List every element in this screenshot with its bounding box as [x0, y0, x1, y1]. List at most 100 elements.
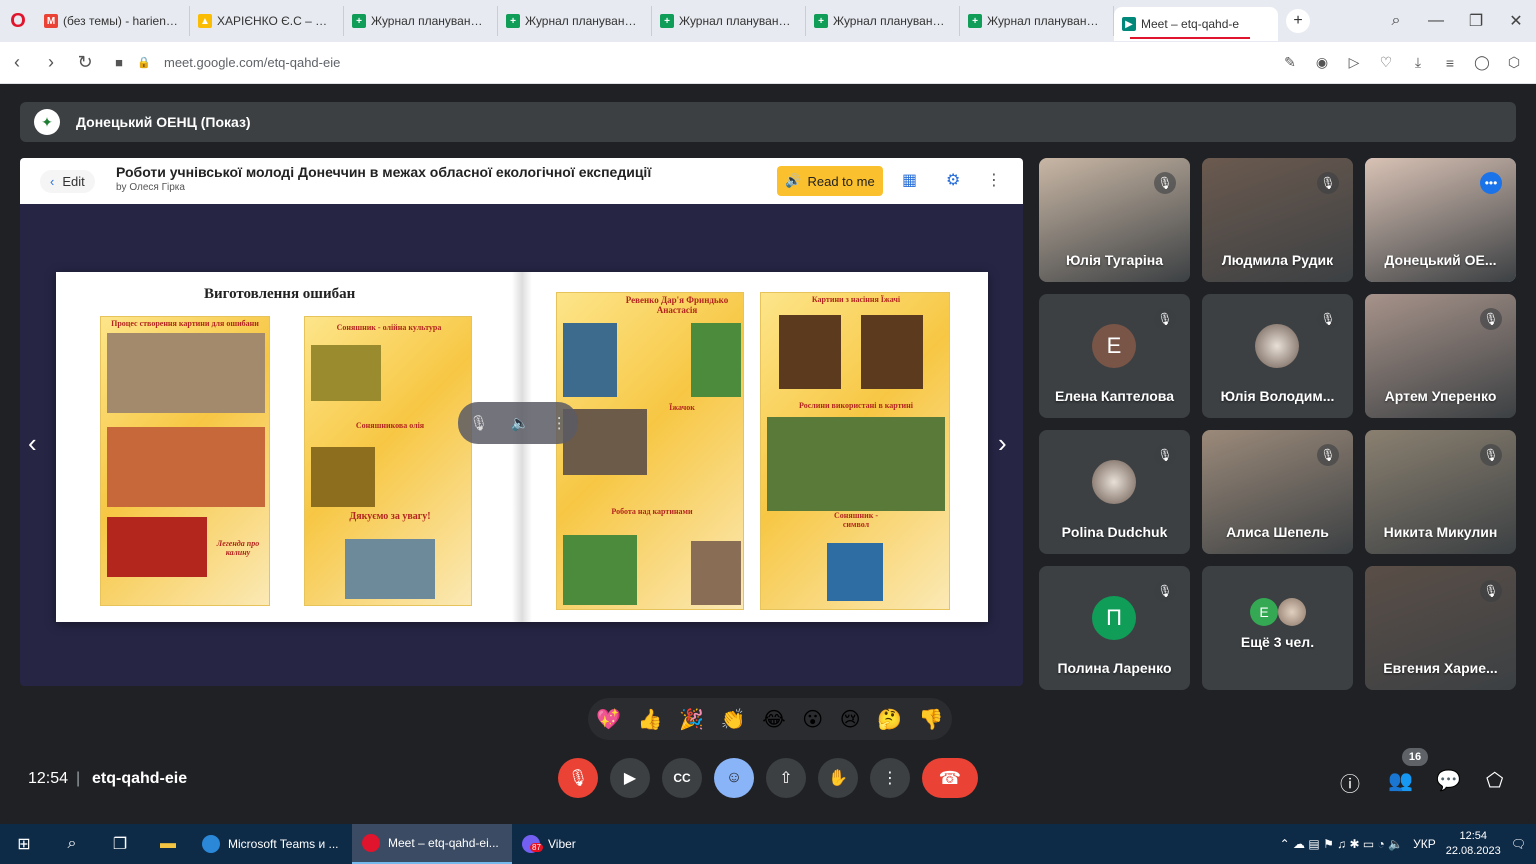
- reaction-emoji[interactable]: 😢: [840, 707, 861, 732]
- participant-tile[interactable]: 🎙 Юлія Тугаріна: [1039, 158, 1190, 282]
- leave-call-button[interactable]: ☎: [922, 758, 978, 798]
- tab-active[interactable]: ▶ Meet – etq-qahd-e: [1114, 7, 1278, 41]
- prev-page-arrow[interactable]: ‹: [28, 428, 37, 459]
- camera-toggle-button[interactable]: ▶: [610, 758, 650, 798]
- forward-button[interactable]: ›: [34, 52, 68, 73]
- easy-setup-icon[interactable]: ≡: [1440, 55, 1460, 71]
- participant-tile[interactable]: 🎙 Polina Dudchuk: [1039, 430, 1190, 554]
- settings-gear-icon[interactable]: ⚙: [946, 170, 960, 190]
- more-options-button[interactable]: ⋮: [870, 758, 910, 798]
- opera-icon[interactable]: O: [0, 0, 36, 42]
- snapshot-icon[interactable]: ◉: [1312, 54, 1332, 71]
- browser-tab[interactable]: + Журнал планування та: [498, 6, 652, 36]
- reaction-emoji[interactable]: 👏: [721, 707, 746, 732]
- grid-view-icon[interactable]: ▦: [902, 170, 917, 190]
- emoji-icon: ☺: [725, 769, 743, 786]
- participant-tile[interactable]: Е 🎙 Елена Каптелова: [1039, 294, 1190, 418]
- panel-caption: Соняшник - олійна культура: [336, 323, 442, 332]
- presenter-logo: ✦: [34, 109, 60, 135]
- tab-label: Журнал планування та: [833, 14, 951, 28]
- reaction-emoji[interactable]: 😮: [802, 707, 823, 732]
- sheets-icon: +: [660, 14, 674, 28]
- reactions-button[interactable]: ☺: [714, 758, 754, 798]
- present-button[interactable]: ⇧: [766, 758, 806, 798]
- reaction-emoji[interactable]: 😂: [762, 707, 785, 732]
- taskbar-app[interactable]: Microsoft Teams и ...: [192, 824, 352, 864]
- info-icon[interactable]: ⓘ: [1340, 768, 1360, 797]
- participant-tile[interactable]: 🎙 Людмила Рудик: [1202, 158, 1353, 282]
- browser-tab[interactable]: + Журнал планування та: [960, 6, 1114, 36]
- viber-icon: 87: [522, 835, 543, 853]
- keyboard-language[interactable]: УКР: [1413, 837, 1436, 851]
- mic-off-icon: 🎙: [1154, 308, 1176, 330]
- reaction-emoji[interactable]: 🤔: [877, 707, 902, 732]
- chat-icon[interactable]: 💬: [1436, 768, 1461, 793]
- extensions-icon[interactable]: ⬡: [1504, 54, 1524, 71]
- notification-icon[interactable]: 🗨: [1511, 837, 1526, 851]
- browser-tab[interactable]: + Журнал планування та: [806, 6, 960, 36]
- participant-tile[interactable]: 🎙 Артем Уперенко: [1365, 294, 1516, 418]
- play-icon[interactable]: ▷: [1344, 54, 1364, 71]
- reactions-bar: 💖 👍 🎉 👏 😂 😮 😢 🤔 👎: [588, 698, 952, 740]
- edit-icon[interactable]: ✎: [1280, 54, 1300, 71]
- reaction-emoji[interactable]: 👎: [919, 707, 944, 732]
- participant-tile[interactable]: 🎙 Алиса Шепель: [1202, 430, 1353, 554]
- browser-tab[interactable]: M (без темы) - harienko2: [36, 6, 190, 36]
- browser-tab[interactable]: + Журнал планування та: [344, 6, 498, 36]
- more-options-icon[interactable]: •••: [1480, 172, 1502, 194]
- people-icon[interactable]: 👥: [1388, 768, 1413, 793]
- book-page-left: Виготовлення ошибан Процес створення кар…: [56, 272, 522, 622]
- search-icon[interactable]: ⌕: [48, 824, 96, 864]
- lock-icon[interactable]: 🔒: [136, 56, 152, 69]
- read-to-me-button[interactable]: 🔊 Read to me: [777, 166, 883, 196]
- close-window-button[interactable]: ✕: [1496, 11, 1536, 31]
- more-vert-icon[interactable]: ⋮: [552, 414, 567, 432]
- browser-tab[interactable]: ▲ ХАРІЄНКО Є.С – Googl: [190, 6, 344, 36]
- minimize-button[interactable]: —: [1416, 12, 1456, 30]
- heart-icon[interactable]: ♡: [1376, 54, 1396, 71]
- url-field[interactable]: meet.google.com/etq-qahd-eie: [164, 55, 340, 70]
- participant-name: Юлія Тугаріна: [1065, 252, 1164, 268]
- mic-off-icon: 🎙: [1317, 308, 1339, 330]
- activities-icon[interactable]: ⬠: [1486, 768, 1503, 793]
- browser-tab[interactable]: + Журнал планування та: [652, 6, 806, 36]
- mic-toggle-button[interactable]: 🎙: [558, 758, 598, 798]
- tray-icons[interactable]: ⌃ ☁ ▤ ⚑ ♫ ✱ ▭ ◔ 🔈: [1280, 837, 1403, 851]
- participant-avatar: [1092, 460, 1136, 504]
- mic-off-icon[interactable]: 🎙: [469, 414, 488, 432]
- participant-tile[interactable]: П 🎙 Полина Ларенко: [1039, 566, 1190, 690]
- profile-icon[interactable]: ◯: [1472, 54, 1492, 71]
- participant-tile[interactable]: 🎙 Евгения Харие...: [1365, 566, 1516, 690]
- taskbar-app[interactable]: 87 Viber: [512, 824, 652, 864]
- reaction-emoji[interactable]: 💖: [596, 707, 621, 732]
- taskbar-app[interactable]: Meet – etq-qahd-ei...: [352, 824, 512, 864]
- address-bar: ‹ › ↻ ■ 🔒 meet.google.com/etq-qahd-eie ✎…: [0, 42, 1536, 84]
- file-explorer-icon[interactable]: ▬: [144, 824, 192, 864]
- more-vert-icon[interactable]: ⋮: [986, 170, 1002, 190]
- edit-button[interactable]: ‹ Edit: [40, 169, 95, 193]
- search-tabs-icon[interactable]: ⌕: [1376, 12, 1416, 30]
- participant-tile[interactable]: Е Ещё 3 чел.: [1202, 566, 1353, 690]
- new-tab-button[interactable]: +: [1286, 9, 1310, 33]
- captions-button[interactable]: CC: [662, 758, 702, 798]
- raise-hand-button[interactable]: ✋: [818, 758, 858, 798]
- participant-name: Полина Ларенко: [1057, 660, 1172, 676]
- presenter-title: Донецький ОЕНЦ (Показ): [76, 114, 251, 130]
- camera-permission-icon[interactable]: ■: [102, 55, 136, 70]
- reload-button[interactable]: ↻: [68, 52, 102, 73]
- participant-tile[interactable]: 🎙 Юлія Володим...: [1202, 294, 1353, 418]
- next-page-arrow[interactable]: ›: [998, 428, 1007, 459]
- flipbook-title: Роботи учнівської молоді Донеччин в межа…: [116, 164, 652, 180]
- download-icon[interactable]: ⤓: [1408, 54, 1428, 71]
- volume-icon[interactable]: 🔈: [511, 414, 530, 432]
- taskbar-app-label: Microsoft Teams и ...: [228, 837, 339, 851]
- participant-tile[interactable]: ••• Донецький ОЕ...: [1365, 158, 1516, 282]
- windows-start-icon[interactable]: ⊞: [0, 824, 48, 864]
- tray-clock[interactable]: 12:54 22.08.2023: [1446, 829, 1501, 859]
- reaction-emoji[interactable]: 🎉: [679, 707, 704, 732]
- back-button[interactable]: ‹: [0, 52, 34, 73]
- reaction-emoji[interactable]: 👍: [638, 707, 663, 732]
- task-view-icon[interactable]: ❐: [96, 824, 144, 864]
- maximize-button[interactable]: ❐: [1456, 11, 1496, 31]
- participant-tile[interactable]: 🎙 Никита Микулин: [1365, 430, 1516, 554]
